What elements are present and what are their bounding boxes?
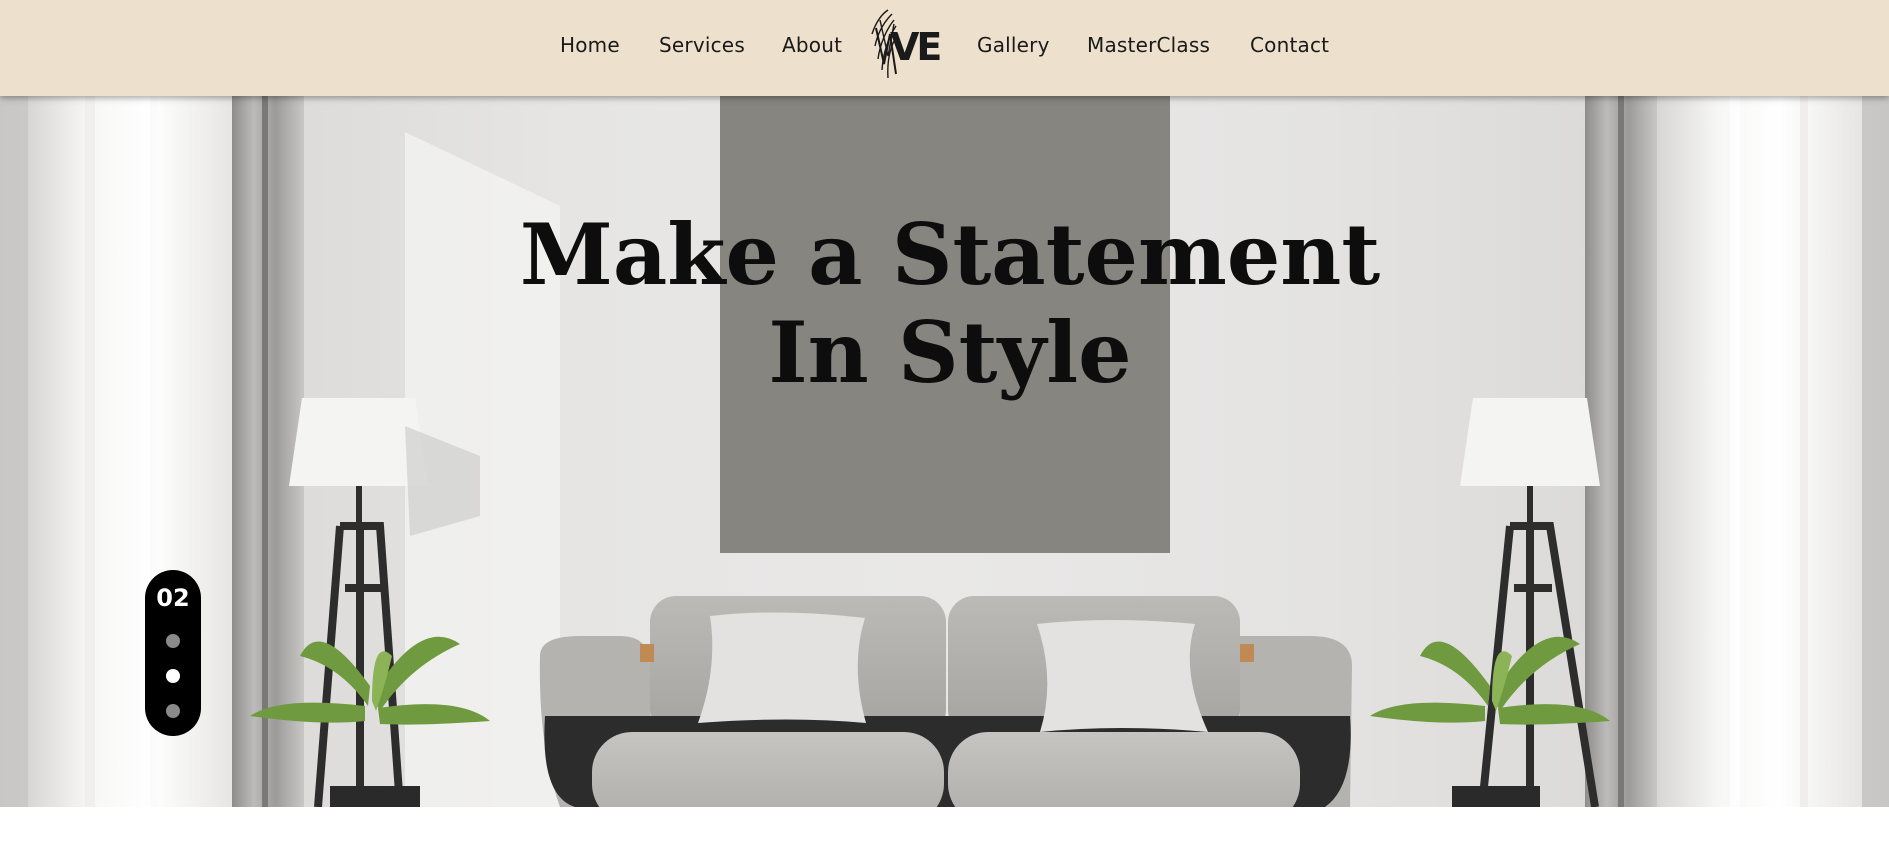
svg-text:VE: VE bbox=[890, 25, 940, 69]
logo-text: VE bbox=[890, 25, 943, 69]
slide-dot-1[interactable] bbox=[166, 634, 180, 648]
slide-number: 02 bbox=[156, 584, 190, 612]
hero-title-line-2: In Style bbox=[768, 303, 1132, 402]
slide-dot-3[interactable] bbox=[166, 704, 180, 718]
nav-services[interactable]: Services bbox=[659, 33, 745, 61]
nav-about[interactable]: About bbox=[782, 33, 842, 61]
brand-logo[interactable]: VE bbox=[868, 4, 948, 82]
slide-indicator: 02 bbox=[145, 570, 201, 736]
nav-gallery[interactable]: Gallery bbox=[977, 33, 1050, 61]
hero-section: Make a Statement In Style 02 bbox=[0, 96, 1889, 807]
slide-dot-2[interactable] bbox=[166, 669, 180, 683]
nav-contact[interactable]: Contact bbox=[1250, 33, 1329, 61]
nav-masterclass[interactable]: MasterClass bbox=[1087, 33, 1210, 61]
hero-title: Make a Statement In Style bbox=[440, 206, 1460, 402]
site-header: Home Services About VE Gallery MasterCla… bbox=[0, 0, 1889, 96]
hero-title-line-1: Make a Statement bbox=[519, 205, 1381, 304]
nav-home[interactable]: Home bbox=[560, 33, 620, 61]
